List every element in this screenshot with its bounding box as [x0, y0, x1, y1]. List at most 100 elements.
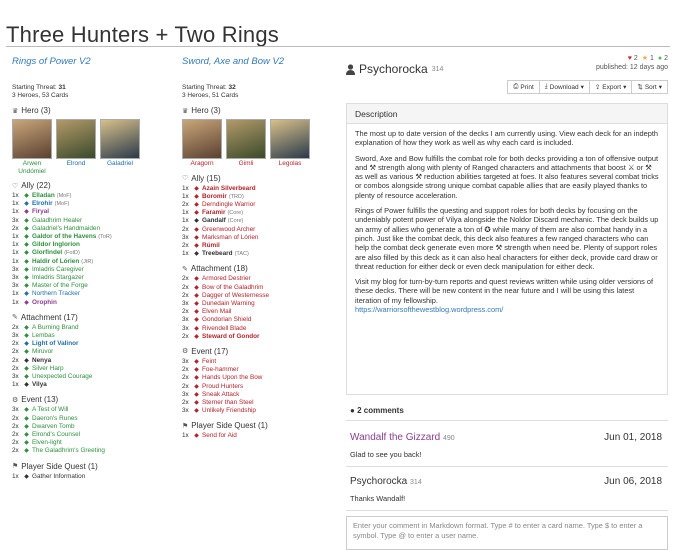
hero-card[interactable]: Arwen Undómiel — [12, 119, 52, 175]
card-name[interactable]: Imladris Stargazer — [32, 274, 84, 282]
card-name[interactable]: Lembas — [32, 332, 55, 340]
card-name[interactable]: Faramir — [202, 209, 225, 217]
card-row[interactable]: 2x ◆ Daeron's Runes — [12, 415, 172, 423]
card-name[interactable]: Elrohir — [32, 200, 53, 208]
card-name[interactable]: Marksman of Lórien — [202, 234, 258, 242]
card-name[interactable]: Sterner than Steel — [202, 399, 254, 407]
card-name[interactable]: Derndingle Warrior — [202, 201, 255, 209]
card-row[interactable]: 2x ◆ Bow of the Galadhrim — [182, 284, 342, 292]
card-row[interactable]: 3x ◆ Imladris Caregiver — [12, 266, 172, 274]
card-row[interactable]: 2x ◆ Elrond's Counsel — [12, 431, 172, 439]
card-row[interactable]: 2x ◆ Hands Upon the Bow — [182, 374, 342, 382]
hero-name[interactable]: Galadriel — [100, 160, 140, 168]
card-name[interactable]: Proud Hunters — [202, 383, 243, 391]
hero-image[interactable] — [226, 119, 266, 159]
card-name[interactable]: Glorfindel — [32, 249, 62, 257]
hero-image[interactable] — [100, 119, 140, 159]
card-name[interactable]: Foe-hammer — [202, 366, 239, 374]
card-row[interactable]: 3x ◆ Marksman of Lórien — [182, 234, 342, 242]
card-row[interactable]: 3x ◆ Dunedain Warning — [182, 300, 342, 308]
card-row[interactable]: 2x ◆ Greenwood Archer — [182, 226, 342, 234]
card-name[interactable]: Orophin — [32, 299, 57, 307]
card-row[interactable]: 2x ◆ Miruvor — [12, 348, 172, 356]
card-row[interactable]: 1x ◆ Orophin — [12, 299, 172, 307]
card-name[interactable]: Imladris Caregiver — [32, 266, 84, 274]
hero-name[interactable]: Arwen Undómiel — [12, 160, 52, 175]
card-row[interactable]: 3x ◆ Master of the Forge — [12, 282, 172, 290]
card-row[interactable]: 2x ◆ Dwarven Tomb — [12, 423, 172, 431]
card-row[interactable]: 3x ◆ Unexpected Courage — [12, 373, 172, 381]
deck-title[interactable]: Rings of Power V2 — [12, 56, 172, 67]
card-row[interactable]: 1x ◆ Send for Aid — [182, 432, 342, 440]
card-row[interactable]: 1x ◆ Elrohir (MoF) — [12, 200, 172, 208]
card-row[interactable]: 2x ◆ The Galadhrim's Greeting — [12, 447, 172, 455]
card-name[interactable]: Bow of the Galadhrim — [202, 284, 263, 292]
card-row[interactable]: 2x ◆ Proud Hunters — [182, 383, 342, 391]
comment-author[interactable]: Psychorocka 314 — [350, 476, 422, 487]
card-row[interactable]: 1x ◆ Boromir (TRD) — [182, 193, 342, 201]
card-name[interactable]: Elven Mail — [202, 308, 231, 316]
card-row[interactable]: 1x ◆ Gildor Inglorion — [12, 241, 172, 249]
star-icon[interactable]: ★ — [642, 55, 648, 62]
card-row[interactable]: 2x ◆ Sterner than Steel — [182, 399, 342, 407]
card-name[interactable]: Vilya — [32, 381, 47, 389]
card-name[interactable]: Light of Valinor — [32, 340, 79, 348]
heart-icon[interactable]: ♥ — [628, 55, 632, 62]
card-name[interactable]: Silver Harp — [32, 365, 64, 373]
card-name[interactable]: Unexpected Courage — [32, 373, 92, 381]
author[interactable]: Psychorocka 314 — [346, 62, 443, 76]
card-row[interactable]: 1x ◆ Northern Tracker — [12, 290, 172, 298]
card-row[interactable]: 2x ◆ A Burning Brand — [12, 324, 172, 332]
hero-image[interactable] — [56, 119, 96, 159]
card-row[interactable]: 2x ◆ Rúmil — [182, 242, 342, 250]
card-name[interactable]: Unlikely Friendship — [202, 407, 256, 415]
comment-author-name[interactable]: Psychorocka — [350, 476, 407, 487]
comment-author[interactable]: Wandalf the Gizzard 490 — [350, 432, 455, 443]
card-row[interactable]: 1x ◆ Treebeard (TAC) — [182, 250, 342, 258]
card-row[interactable]: 2x ◆ Armored Destrier — [182, 275, 342, 283]
card-row[interactable]: 3x ◆ Unlikely Friendship — [182, 407, 342, 415]
card-row[interactable]: 2x ◆ Light of Valinor — [12, 340, 172, 348]
sort-button[interactable]: ⇅ Sort ▾ — [631, 80, 668, 94]
card-row[interactable]: 1x ◆ Azain Silverbeard — [182, 185, 342, 193]
card-row[interactable]: 1x ◆ Galdor of the Havens (ToR) — [12, 233, 172, 241]
card-name[interactable]: Daeron's Runes — [32, 415, 78, 423]
card-name[interactable]: Nenya — [32, 357, 51, 365]
card-row[interactable]: 1x ◆ Elladan (MoF) — [12, 192, 172, 200]
card-row[interactable]: 3x ◆ Gondorian Shield — [182, 316, 342, 324]
comment-input[interactable]: Enter your comment in Markdown format. T… — [346, 516, 668, 550]
card-row[interactable]: 3x ◆ Rivendell Blade — [182, 325, 342, 333]
card-name[interactable]: Galadriel's Handmaiden — [32, 225, 100, 233]
hero-card[interactable]: Galadriel — [100, 119, 140, 175]
hero-card[interactable]: Aragorn — [182, 119, 222, 168]
card-name[interactable]: Dagger of Westernesse — [202, 292, 269, 300]
card-row[interactable]: 1x ◆ Firyal — [12, 208, 172, 216]
hero-card[interactable]: Legolas — [270, 119, 310, 168]
hero-name[interactable]: Aragorn — [182, 160, 222, 168]
card-name[interactable]: Steward of Gondor — [202, 333, 260, 341]
card-name[interactable]: Galdor of the Havens — [32, 233, 96, 241]
card-name[interactable]: A Burning Brand — [32, 324, 79, 332]
card-row[interactable]: 2x ◆ Foe-hammer — [182, 366, 342, 374]
card-row[interactable]: 2x ◆ Silver Harp — [12, 365, 172, 373]
comment-author-name[interactable]: Wandalf the Gizzard — [350, 432, 440, 443]
card-name[interactable]: Feint — [202, 358, 216, 366]
card-name[interactable]: Gather Information — [32, 473, 85, 481]
card-row[interactable]: 1x ◆ Gather Information — [12, 473, 172, 481]
card-row[interactable]: 3x ◆ Imladris Stargazer — [12, 274, 172, 282]
hero-name[interactable]: Gimli — [226, 160, 266, 168]
hero-card[interactable]: Gimli — [226, 119, 266, 168]
deck-title[interactable]: Sword, Axe and Bow V2 — [182, 56, 342, 67]
hero-image[interactable] — [12, 119, 52, 159]
card-name[interactable]: Hands Upon the Bow — [202, 374, 262, 382]
card-row[interactable]: 2x ◆ Galadriel's Handmaiden — [12, 225, 172, 233]
card-name[interactable]: Greenwood Archer — [202, 226, 255, 234]
card-name[interactable]: Elrond's Counsel — [32, 431, 80, 439]
hero-name[interactable]: Elrond — [56, 160, 96, 168]
card-name[interactable]: Send for Aid — [202, 432, 237, 440]
card-row[interactable]: 1x ◆ Haldir of Lórien (JtR) — [12, 258, 172, 266]
author-name[interactable]: Psychorocka — [359, 62, 428, 76]
card-row[interactable]: 2x ◆ Steward of Gondor — [182, 333, 342, 341]
card-name[interactable]: Firyal — [32, 208, 49, 216]
card-name[interactable]: Rivendell Blade — [202, 325, 246, 333]
